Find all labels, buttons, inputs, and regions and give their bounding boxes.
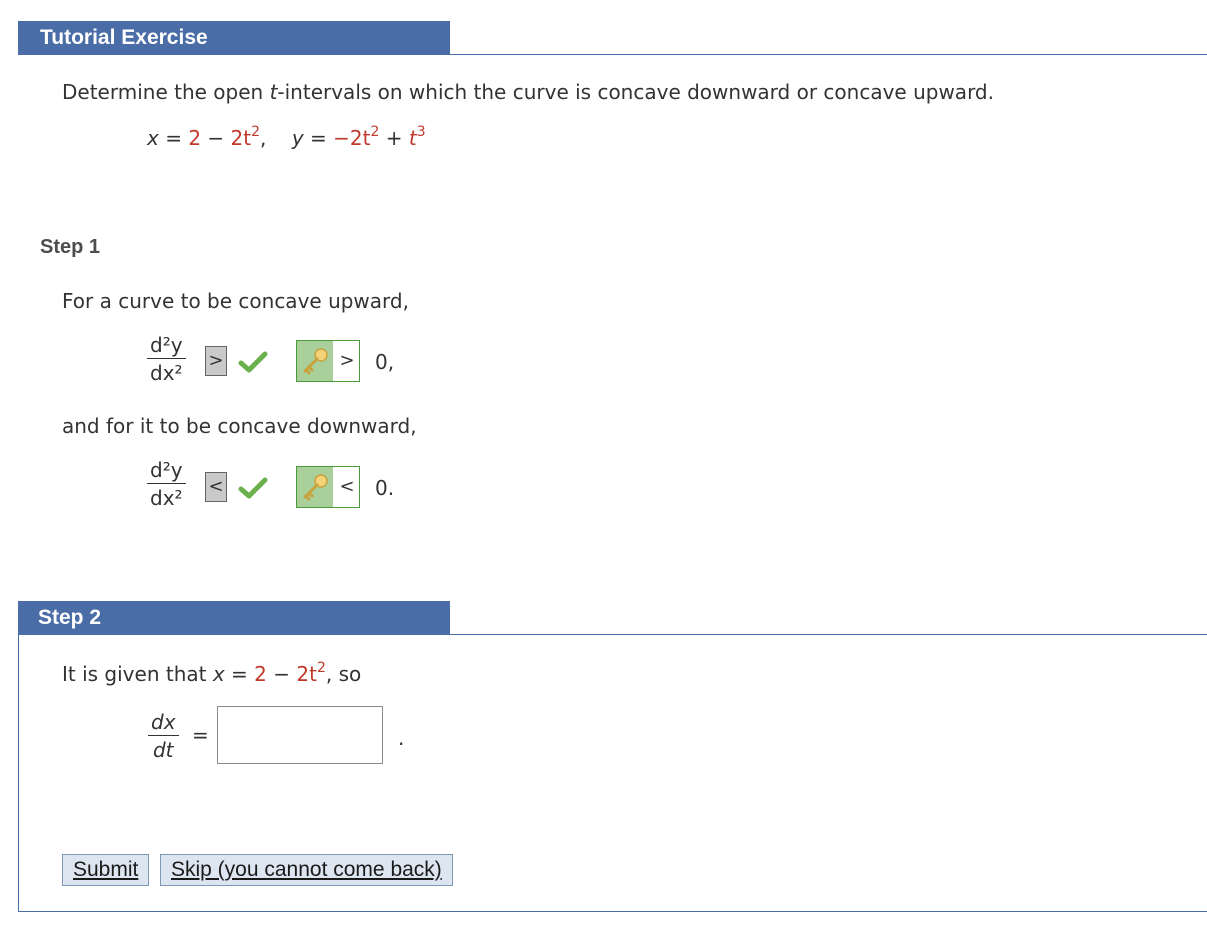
step-2-left-border	[18, 634, 19, 912]
dx-dt-answer-input[interactable]	[217, 706, 383, 764]
header-title: Tutorial Exercise	[40, 26, 208, 49]
skip-button[interactable]: Skip (you cannot come back)	[160, 854, 453, 886]
step-2-label: Step 2	[38, 606, 102, 629]
parametric-equations: x = 2 − 2t2, y = −2t2 + t3	[147, 124, 426, 150]
key-icon	[303, 348, 328, 375]
step-2-rule	[18, 634, 1207, 635]
second-derivative-fraction-down: d²y dx²	[147, 458, 186, 510]
dx-dt-fraction: dx dt	[148, 710, 179, 762]
given-suffix: , so	[325, 662, 362, 686]
prompt-text-2: -intervals on which the curve is concave…	[277, 80, 994, 104]
second-derivative-fraction-up: d²y dx²	[147, 333, 186, 385]
fraction-numerator: d²y	[147, 458, 186, 484]
tutorial-exercise-header: Tutorial Exercise	[18, 21, 450, 55]
header-rule	[18, 54, 1207, 55]
problem-prompt: Determine the open t-intervals on which …	[62, 80, 994, 104]
eq-x-constant: 2	[188, 126, 202, 150]
equals-sign: =	[192, 723, 209, 747]
step-2-header: Step 2	[18, 601, 450, 635]
submit-button[interactable]: Submit	[62, 854, 150, 886]
given-equals: =	[224, 662, 255, 686]
given-term: 2t	[296, 662, 317, 686]
key-icon	[303, 474, 328, 501]
step-2-bottom-border	[18, 911, 1207, 912]
concave-down-text: and for it to be concave downward,	[62, 414, 417, 438]
key-symbol: >	[339, 350, 355, 371]
fraction-denominator: dx²	[150, 486, 183, 510]
fraction-denominator: dx²	[150, 361, 183, 385]
check-icon	[238, 351, 268, 373]
given-constant: 2	[254, 662, 267, 686]
given-prefix: It is given that	[62, 662, 213, 686]
step-2-period: .	[398, 726, 405, 750]
upward-answer-box[interactable]: >	[205, 346, 227, 376]
eq-y-term-b: t	[408, 126, 417, 150]
downward-answer-key[interactable]: <	[296, 466, 360, 508]
upward-answer-key[interactable]: >	[296, 340, 360, 382]
check-icon	[238, 477, 268, 499]
prompt-text-1: Determine the open	[62, 80, 270, 104]
key-symbol: <	[339, 476, 355, 497]
eq-x-var: x	[147, 126, 159, 150]
downward-tail: 0.	[375, 476, 395, 500]
eq-x-term: 2t	[230, 126, 252, 150]
fraction-numerator: d²y	[147, 333, 186, 359]
eq-y-var: y	[291, 126, 304, 150]
fraction-denominator: dt	[152, 738, 174, 762]
fraction-numerator: dx	[148, 710, 179, 736]
step-1-label: Step 1	[40, 236, 101, 258]
downward-answer-box[interactable]: <	[205, 472, 227, 502]
concave-up-text: For a curve to be concave upward,	[62, 289, 409, 313]
eq-y-term-a: −2t	[333, 126, 371, 150]
key-icon-area	[297, 467, 333, 507]
key-icon-area	[297, 341, 333, 381]
step-2-given: It is given that x = 2 − 2t2, so	[62, 660, 362, 686]
upward-tail: 0,	[375, 350, 395, 374]
given-variable: x	[212, 662, 225, 686]
